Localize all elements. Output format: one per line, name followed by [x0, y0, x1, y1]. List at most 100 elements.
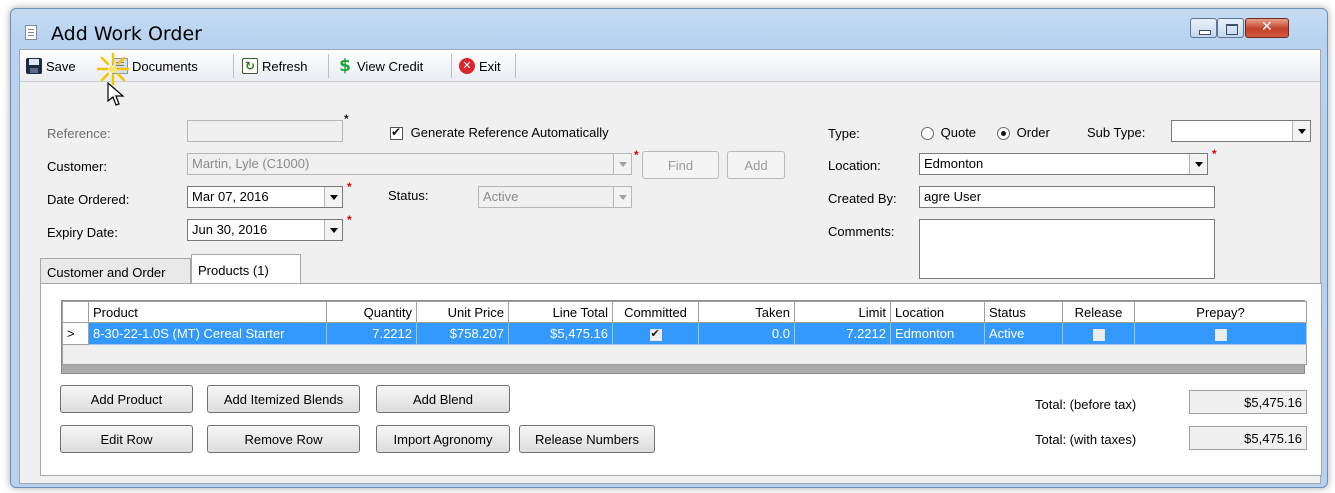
release-checkbox[interactable]: [1092, 328, 1105, 341]
column-header[interactable]: Status: [984, 301, 1063, 323]
location-combo[interactable]: Edmonton: [919, 153, 1208, 175]
remove-row-button[interactable]: Remove Row: [207, 425, 360, 453]
prepay-checkbox[interactable]: [1214, 328, 1227, 341]
status-label: Status:: [388, 188, 429, 203]
location-cell[interactable]: Edmonton: [890, 322, 985, 345]
toolbar-separator: [328, 54, 329, 78]
created-by-input[interactable]: agre User: [919, 186, 1215, 208]
type-order-radio[interactable]: Order: [997, 125, 1050, 141]
taken-cell[interactable]: 0.0: [698, 322, 795, 345]
column-header[interactable]: Committed: [612, 301, 699, 323]
table-row[interactable]: > 8-30-22-1.0S (MT) Cereal Starter 7.221…: [62, 322, 1307, 345]
chevron-down-icon[interactable]: [613, 187, 631, 207]
add-itemized-blends-button[interactable]: Add Itemized Blends: [207, 385, 360, 413]
column-header[interactable]: Release: [1062, 301, 1135, 323]
add-customer-button[interactable]: Add: [727, 151, 785, 179]
customer-value: Martin, Lyle (C1000): [192, 156, 310, 171]
generate-reference-label: Generate Reference Automatically: [410, 125, 609, 140]
column-header[interactable]: Taken: [698, 301, 795, 323]
generate-reference-checkbox[interactable]: Generate Reference Automatically: [390, 125, 609, 141]
total-before-tax-value: $5,475.16: [1189, 390, 1307, 414]
close-window-button[interactable]: [1245, 18, 1289, 38]
column-header[interactable]: Location: [890, 301, 985, 323]
row-header-corner: [62, 301, 89, 323]
add-product-button[interactable]: Add Product: [60, 385, 193, 413]
click-highlight-icon: [96, 52, 130, 86]
comments-textarea[interactable]: [919, 219, 1215, 279]
status-cell[interactable]: Active: [984, 322, 1063, 345]
expiry-date-value: Jun 30, 2016: [192, 222, 268, 237]
type-label: Type:: [828, 126, 860, 141]
committed-checkbox[interactable]: [649, 327, 662, 341]
order-radio-button[interactable]: [997, 127, 1010, 141]
customer-combo[interactable]: Martin, Lyle (C1000): [187, 153, 632, 175]
refresh-button[interactable]: ↻ Refresh: [242, 55, 308, 77]
close-circle-icon: ✕: [459, 58, 475, 74]
expiry-date-picker[interactable]: Jun 30, 2016: [187, 219, 343, 241]
refresh-label: Refresh: [262, 58, 308, 74]
view-credit-button[interactable]: $ View Credit: [337, 55, 423, 77]
column-header[interactable]: Limit: [794, 301, 891, 323]
sub-type-label: Sub Type:: [1087, 125, 1146, 140]
chevron-down-icon[interactable]: [324, 187, 342, 207]
product-cell[interactable]: 8-30-22-1.0S (MT) Cereal Starter: [88, 322, 327, 345]
chevron-down-icon[interactable]: [324, 220, 342, 240]
total-with-taxes-label: Total: (with taxes): [1035, 432, 1137, 447]
column-header[interactable]: Prepay?: [1134, 301, 1307, 323]
reference-input[interactable]: [187, 120, 343, 142]
expiry-date-label: Expiry Date:: [47, 225, 118, 240]
find-customer-button[interactable]: Find: [642, 151, 719, 179]
committed-cell[interactable]: [612, 322, 699, 345]
reference-label: Reference:: [47, 126, 111, 141]
import-agronomy-button[interactable]: Import Agronomy: [376, 425, 510, 453]
exit-label: Exit: [479, 58, 501, 74]
empty-new-row[interactable]: [62, 344, 1307, 365]
save-button[interactable]: Save: [26, 55, 76, 77]
quote-label: Quote: [940, 125, 977, 140]
column-header[interactable]: Line Total: [508, 301, 613, 323]
tab-customer-and-order[interactable]: Customer and Order: [40, 258, 191, 284]
add-blend-button[interactable]: Add Blend: [376, 385, 510, 413]
refresh-icon: ↻: [242, 58, 258, 74]
document-icon: [25, 25, 37, 40]
exit-button[interactable]: ✕ Exit: [459, 55, 501, 77]
generate-reference-check[interactable]: [390, 125, 403, 141]
title-bar[interactable]: Add Work Order: [11, 9, 1327, 47]
edit-row-button[interactable]: Edit Row: [60, 425, 193, 453]
column-header[interactable]: Unit Price: [416, 301, 509, 323]
date-ordered-picker[interactable]: Mar 07, 2016: [187, 186, 343, 208]
save-label: Save: [46, 58, 76, 74]
unit-price-cell[interactable]: $758.207: [416, 322, 509, 345]
column-header[interactable]: Product: [88, 301, 327, 323]
prepay-cell[interactable]: [1134, 322, 1307, 345]
release-numbers-button[interactable]: Release Numbers: [519, 425, 655, 453]
quantity-cell[interactable]: 7.2212: [326, 322, 417, 345]
chevron-down-icon[interactable]: [1292, 121, 1310, 141]
type-quote-radio[interactable]: Quote: [921, 125, 977, 141]
products-grid[interactable]: Product Quantity Unit Price Line Total C…: [61, 300, 1307, 374]
documents-label: Documents: [132, 58, 198, 74]
release-cell[interactable]: [1062, 322, 1135, 345]
sub-type-combo[interactable]: [1171, 120, 1311, 142]
limit-cell[interactable]: 7.2212: [794, 322, 891, 345]
status-combo[interactable]: Active: [478, 186, 632, 208]
mouse-pointer-icon: [107, 82, 125, 106]
chevron-down-icon[interactable]: [1189, 154, 1207, 174]
column-header[interactable]: Quantity: [326, 301, 417, 323]
grid-header-row: Product Quantity Unit Price Line Total C…: [62, 301, 1307, 323]
maximize-button[interactable]: [1217, 18, 1244, 38]
total-before-tax-label: Total: (before tax): [1035, 397, 1137, 412]
dollar-icon: $: [339, 56, 351, 76]
required-marker: *: [347, 180, 352, 194]
required-marker: *: [1212, 147, 1217, 161]
quote-radio-button[interactable]: [921, 127, 934, 141]
tab-products[interactable]: Products (1): [191, 254, 301, 285]
line-total-cell[interactable]: $5,475.16: [508, 322, 613, 345]
products-tab-panel: Product Quantity Unit Price Line Total C…: [40, 283, 1322, 476]
required-marker: *: [344, 112, 349, 126]
toolbar-separator: [233, 54, 234, 78]
minimize-button[interactable]: [1190, 18, 1217, 38]
row-selector[interactable]: >: [62, 322, 89, 345]
chevron-down-icon[interactable]: [613, 154, 631, 174]
form-client-area: Save Documents ↻ Refresh $ View Credit ✕…: [19, 49, 1322, 484]
